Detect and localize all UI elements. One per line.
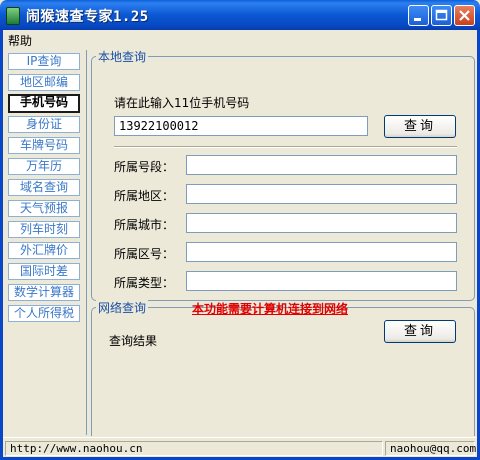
sidebar-divider xyxy=(86,50,87,435)
network-query-title: 网络查询 xyxy=(96,299,149,316)
nav-postcode[interactable]: 地区邮编 xyxy=(8,74,80,91)
local-query-title: 本地查询 xyxy=(96,48,149,65)
status-bar: http://www.naohou.cn naohou@qq.com xyxy=(3,437,477,458)
app-icon[interactable] xyxy=(6,7,20,25)
type-label: 所属类型： xyxy=(114,276,175,290)
region-label: 所属地区： xyxy=(114,189,175,203)
phone-prompt: 请在此输入11位手机号码 xyxy=(114,96,250,110)
nav-weather[interactable]: 天气预报 xyxy=(8,200,80,217)
area-code-label: 所属区号： xyxy=(114,247,175,261)
segment-field[interactable] xyxy=(186,155,457,175)
menu-help[interactable]: 帮助 xyxy=(8,32,32,49)
network-query-button[interactable]: 查询 xyxy=(384,320,456,343)
type-field[interactable] xyxy=(186,271,457,291)
segment-label: 所属号段： xyxy=(114,160,175,174)
maximize-button[interactable] xyxy=(431,5,452,26)
title-bar[interactable]: 闹猴速查专家1.25 xyxy=(0,0,480,30)
city-field[interactable] xyxy=(186,213,457,233)
nav-plate[interactable]: 车牌号码 xyxy=(8,137,80,154)
city-label: 所属城市： xyxy=(114,218,175,232)
nav-ip[interactable]: IP查询 xyxy=(8,53,80,70)
nav-train[interactable]: 列车时刻 xyxy=(8,221,80,238)
maximize-icon xyxy=(435,9,448,21)
status-url: http://www.naohou.cn xyxy=(5,441,383,456)
phone-input[interactable] xyxy=(114,116,368,136)
close-icon xyxy=(459,10,470,21)
nav-calculator[interactable]: 数学计算器 xyxy=(8,284,80,301)
close-button[interactable] xyxy=(454,5,475,26)
query-result-label: 查询结果 xyxy=(109,334,158,348)
local-query-button[interactable]: 查询 xyxy=(384,115,456,138)
minimize-icon xyxy=(414,18,421,21)
client-area: IP查询 地区邮编 手机号码 身份证 车牌号码 万年历 域名查询 天气预报 列车… xyxy=(3,48,477,437)
network-warning: 本功能需要计算机连接到网络 xyxy=(192,302,349,316)
nav-calendar[interactable]: 万年历 xyxy=(8,158,80,175)
nav-id-card[interactable]: 身份证 xyxy=(8,116,80,133)
nav-forex[interactable]: 外汇牌价 xyxy=(8,242,80,259)
menu-bar: 帮助 xyxy=(0,30,480,48)
window-title: 闹猴速查专家1.25 xyxy=(26,9,149,25)
region-field[interactable] xyxy=(186,184,457,204)
local-divider xyxy=(114,146,457,148)
nav-mobile[interactable]: 手机号码 xyxy=(8,94,80,113)
nav-domain[interactable]: 域名查询 xyxy=(8,179,80,196)
nav-timezone[interactable]: 国际时差 xyxy=(8,263,80,280)
minimize-button[interactable] xyxy=(408,5,429,26)
status-email: naohou@qq.com xyxy=(385,441,476,456)
area-code-field[interactable] xyxy=(186,242,457,262)
local-query-group xyxy=(91,56,475,301)
nav-income-tax[interactable]: 个人所得税 xyxy=(8,305,80,322)
